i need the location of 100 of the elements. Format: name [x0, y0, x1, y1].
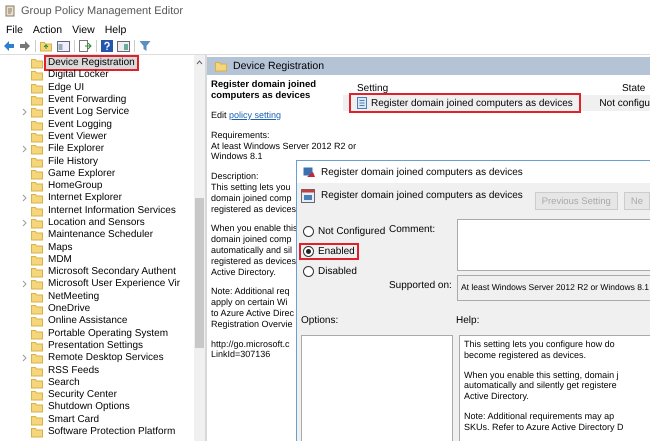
tree-item[interactable]: Shutdown Options [46, 401, 132, 414]
folder-icon [31, 106, 43, 118]
tree-item[interactable]: Edge UI [46, 82, 86, 94]
tree-item[interactable]: Security Center [46, 389, 119, 402]
export-list-icon[interactable] [79, 40, 92, 52]
options-label: Options: [301, 315, 340, 328]
menu-item[interactable]: File [2, 23, 27, 37]
comment-field[interactable] [457, 219, 650, 271]
app-icon [4, 5, 16, 17]
description-line: registered as devices [211, 256, 296, 267]
chevron-icon[interactable] [22, 145, 27, 154]
folder-icon [31, 414, 43, 426]
description-line: This setting lets you [211, 182, 291, 193]
folder-icon [31, 290, 43, 303]
chevron-icon[interactable] [22, 280, 27, 288]
setting-row[interactable]: Register domain joined computers as devices [351, 95, 579, 111]
back-icon[interactable] [3, 40, 15, 52]
folder-icon [31, 303, 43, 316]
column-header[interactable]: State [622, 82, 650, 94]
help-line: automatically and silently get registere [464, 380, 618, 392]
tree-item[interactable]: Internet Information Services [46, 204, 178, 217]
tree-item[interactable]: MDM [46, 254, 74, 266]
help-line: This setting lets you configure how do [464, 339, 616, 350]
tree-item[interactable]: Digital Locker [46, 69, 111, 82]
folder-icon [31, 229, 43, 242]
setting-state: Not configu [599, 98, 650, 108]
window-title: Group Policy Management Editor [21, 5, 184, 17]
tree-item[interactable]: File Explorer [46, 143, 106, 156]
description-line: automatically and sil [211, 244, 292, 256]
tree-item[interactable]: Online Assistance [46, 315, 130, 328]
chevron-icon[interactable] [22, 219, 27, 227]
folder-icon [31, 266, 43, 278]
folder-icon [31, 340, 43, 352]
tree-item[interactable]: Microsoft User Experience Vir [46, 278, 182, 290]
tree-item[interactable]: Presentation Settings [46, 340, 146, 352]
tree-item[interactable]: OneDrive [46, 303, 92, 316]
description-line: Registration Overvie [211, 318, 293, 330]
policy-dialog-icon [303, 166, 316, 178]
folder-icon [31, 242, 43, 254]
dialog-title: Register domain joined computers as devices [321, 166, 523, 178]
menu-item[interactable]: Help [100, 23, 130, 37]
forward-icon[interactable] [19, 40, 31, 52]
folder-icon [31, 328, 43, 340]
folder-up-icon[interactable] [40, 40, 53, 52]
tree-item[interactable]: Event Logging [46, 118, 114, 131]
help-line: SKUs. Refer to Azure Active Directory D [464, 422, 625, 433]
supported-label: Supported on: [389, 279, 453, 293]
help-line: Active Directory. [464, 391, 530, 402]
tree-item[interactable]: Event Viewer [46, 130, 109, 143]
menu-item[interactable]: Action [28, 23, 66, 37]
tree-item[interactable]: HomeGroup [46, 180, 104, 192]
tree-item[interactable]: Device Registration [46, 57, 137, 70]
tree-item[interactable]: Internet Explorer [46, 192, 124, 204]
description-line: apply on certain Wi [211, 297, 288, 308]
folder-icon [31, 426, 43, 438]
folder-icon [31, 315, 43, 328]
folder-icon [31, 204, 43, 217]
tree-item[interactable]: NetMeeting [46, 290, 102, 303]
tree-item[interactable]: Location and Sensors [46, 217, 147, 229]
radio-option[interactable]: Not Configured [301, 225, 388, 238]
tree-item[interactable]: Search [46, 376, 82, 389]
description-line: domain joined comp [211, 192, 292, 204]
tree-item[interactable]: Maintenance Scheduler [46, 229, 156, 242]
tree-item[interactable]: Remote Desktop Services [46, 352, 166, 364]
policy-setting-link[interactable]: policy setting [229, 110, 282, 120]
chevron-icon[interactable] [22, 108, 27, 116]
column-header[interactable]: Setting [357, 82, 622, 94]
policy-setting-icon [301, 189, 315, 203]
tree-item[interactable]: Smart Card [46, 414, 102, 426]
tree-item[interactable]: Maps [46, 242, 74, 254]
folder-icon [215, 60, 227, 72]
tree-item[interactable]: Event Forwarding [46, 94, 128, 106]
folder-icon [31, 364, 43, 377]
tree-item[interactable]: File History [46, 156, 100, 168]
tree-item[interactable]: Microsoft Secondary Authent [46, 266, 178, 278]
help-icon[interactable] [101, 40, 113, 52]
radio-option[interactable]: Disabled [301, 265, 359, 278]
tree-item[interactable]: Portable Operating System [46, 328, 170, 340]
tree-item[interactable]: Software Protection Platform [46, 426, 178, 438]
folder-icon [31, 278, 43, 290]
radio-option[interactable]: Enabled [301, 245, 357, 258]
filter-icon[interactable] [139, 40, 151, 52]
folder-icon [31, 130, 43, 143]
folder-icon [31, 118, 43, 131]
chevron-icon[interactable] [22, 354, 27, 362]
tree-item[interactable]: Event Log Service [46, 106, 132, 118]
console-tree-icon[interactable] [57, 40, 70, 52]
help-line: When you enable this setting, domain j [464, 370, 620, 380]
description-line: Windows 8.1 [211, 151, 263, 162]
chevron-icon[interactable] [22, 194, 27, 202]
folder-icon [31, 156, 43, 168]
folder-icon [31, 57, 43, 70]
policy-name: Register domain joined computers as devices [321, 189, 524, 201]
folder-icon [31, 376, 43, 389]
folder-icon [31, 352, 43, 364]
supported-on-field: At least Windows Server 2012 R2 or Windows 8.1 [457, 275, 650, 301]
menu-item[interactable]: View [68, 23, 99, 37]
tree-item[interactable]: Game Explorer [46, 168, 118, 180]
tree-item[interactable]: RSS Feeds [46, 364, 102, 377]
properties-icon[interactable] [117, 40, 130, 52]
